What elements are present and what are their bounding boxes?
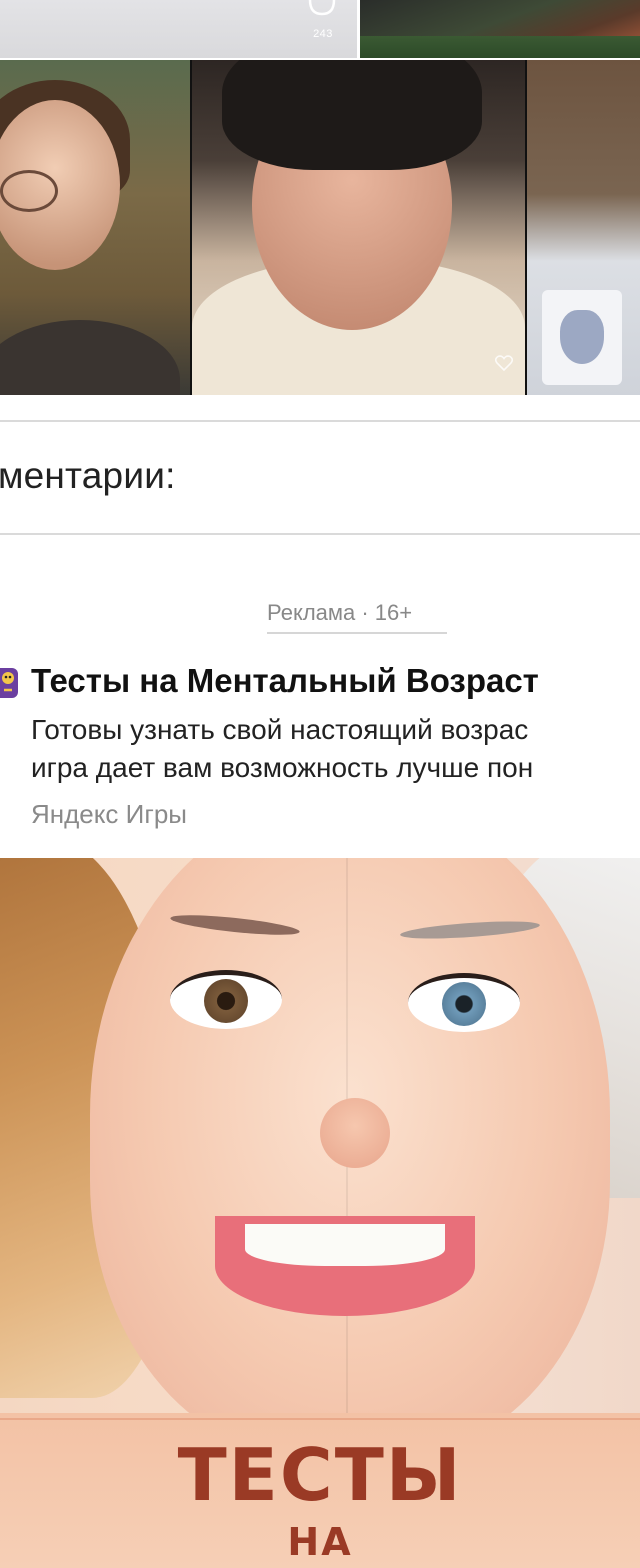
participant-tile-2 (192, 60, 525, 395)
game-icon (0, 668, 18, 698)
comments-heading: ментарии: (0, 455, 176, 496)
ad-image-banner-line (0, 1418, 640, 1420)
participant-hair (222, 60, 482, 170)
divider (0, 533, 640, 535)
previous-post-strip: 243 (0, 0, 640, 58)
ad-title[interactable]: Тесты на Ментальный Возраст (31, 662, 539, 700)
video-call-image[interactable] (0, 60, 640, 395)
ad-image-text-line-1: ТЕСТЫ (177, 1433, 463, 1517)
comment-count: 243 (313, 28, 333, 40)
ad-source[interactable]: Яндекс Игры (31, 799, 187, 830)
participant-tile-1 (0, 60, 190, 395)
eye-left (170, 970, 282, 1029)
smile (215, 1216, 475, 1316)
glasses-icon (0, 170, 58, 212)
participant-tile-3 (527, 60, 640, 395)
heart-icon[interactable] (495, 355, 513, 371)
previous-post-image-right (360, 0, 640, 58)
comment-bubble-icon[interactable] (307, 0, 337, 22)
ad-image[interactable]: ТЕСТЫ НА (0, 858, 640, 1568)
divider (0, 420, 640, 422)
nose (320, 1098, 390, 1168)
coat-of-arms-emblem (542, 290, 622, 385)
ad-image-text-line-2: НА (287, 1520, 353, 1564)
ad-description-line-2[interactable]: игра дает вам возможность лучше пон (31, 752, 533, 784)
ad-label-underline (267, 632, 447, 634)
ad-description-line-1[interactable]: Готовы узнать свой настоящий возрас (31, 714, 528, 746)
ad-label[interactable]: Реклама · 16+ (267, 600, 412, 626)
participant-body (0, 320, 180, 395)
eye-right (408, 973, 520, 1032)
